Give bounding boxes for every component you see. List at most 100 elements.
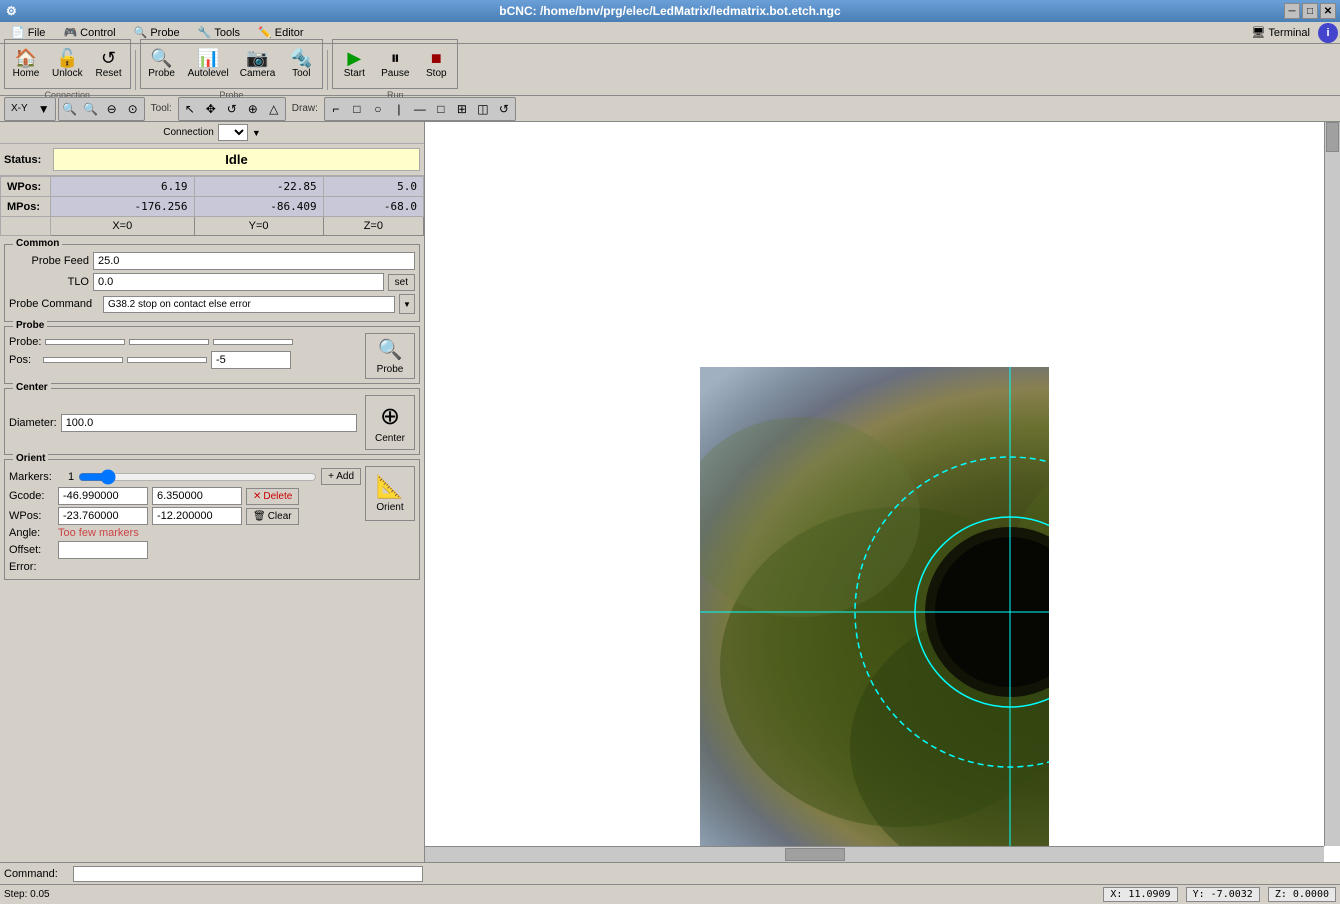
tlo-input[interactable] (93, 273, 384, 291)
gcode-y-input[interactable] (152, 487, 242, 505)
zoom-in-btn[interactable]: 🔍 (81, 99, 101, 119)
xy-view-btn[interactable]: X-Y (6, 99, 33, 119)
probe-val-label: Probe: (9, 336, 41, 348)
rotate-tool-btn[interactable]: ↺ (222, 99, 242, 119)
orient-action-icon: 📐 (376, 474, 403, 500)
view-group: X-Y ▼ (4, 97, 56, 121)
markers-val: 1 (68, 471, 74, 483)
command-input[interactable] (73, 866, 423, 882)
center-view-btn[interactable]: ⊙ (123, 99, 143, 119)
autolevel-btn[interactable]: 📊 Autolevel (183, 41, 234, 87)
canvas-white-right (1049, 367, 1324, 857)
draw-tool3-btn[interactable]: ⊞ (452, 99, 472, 119)
center-inner: Diameter: ⊕ Center (9, 395, 415, 450)
horizontal-scrollbar[interactable] (425, 846, 1324, 862)
minimize-btn[interactable]: ─ (1284, 3, 1300, 19)
stop-btn[interactable]: ■ Stop (416, 41, 456, 87)
connection-dropdown[interactable] (218, 124, 248, 141)
draw-tool2-btn[interactable]: □ (431, 99, 451, 119)
conn-arrow: ▼ (252, 128, 261, 138)
connection-label: Connection (163, 127, 214, 138)
status-row: Status: Idle (0, 144, 424, 176)
draw-horiz-btn[interactable]: — (410, 99, 430, 119)
probe-section: Probe Probe: Pos: -5 (4, 326, 420, 384)
offset-input[interactable] (58, 541, 148, 559)
title-bar: ⚙ bCNC: /home/bnv/prg/elec/LedMatrix/led… (0, 0, 1340, 22)
zero-x-btn[interactable]: X=0 (51, 217, 195, 236)
zero-z-btn[interactable]: Z=0 (323, 217, 423, 236)
z-coord: Z: 0.0000 (1268, 887, 1336, 902)
pause-btn[interactable]: ⏸ Pause (375, 41, 415, 87)
probe-buttons: 🔍 Probe 📊 Autolevel 📷 Camera 🔩 Tool (140, 39, 324, 89)
info-btn[interactable]: i (1318, 23, 1338, 43)
zero-y-btn[interactable]: Y=0 (194, 217, 323, 236)
draw-tool4-btn[interactable]: ◫ (473, 99, 493, 119)
probe-tool-btn[interactable]: ⊕ (243, 99, 263, 119)
diameter-row: Diameter: (9, 414, 357, 432)
tlo-set-btn[interactable]: set (388, 274, 415, 291)
move-tool-btn[interactable]: ✥ (201, 99, 221, 119)
title-icon: ⚙ (6, 4, 17, 18)
zoom-fit-btn[interactable]: 🔍 (60, 99, 80, 119)
probe-cmd-input[interactable] (103, 296, 395, 313)
error-label: Error: (9, 561, 54, 573)
reset-btn[interactable]: ↺ Reset (89, 41, 129, 87)
probe-feed-input[interactable] (93, 252, 415, 270)
mpos-x: -176.256 (51, 197, 195, 217)
probe-menu-icon: 🔍 (134, 26, 148, 39)
autolevel-icon: 📊 (197, 49, 219, 67)
draw-circle-btn[interactable]: ○ (368, 99, 388, 119)
vertical-scrollbar[interactable] (1324, 122, 1340, 846)
terminal-btn[interactable]: 🖥 Terminal (1243, 24, 1318, 41)
gcode-label: Gcode: (9, 490, 54, 502)
tool-icon: 🔩 (290, 49, 312, 67)
close-btn[interactable]: ✕ (1320, 3, 1336, 19)
unlock-icon: 🔓 (56, 49, 78, 67)
vertical-scrollbar-thumb[interactable] (1326, 122, 1339, 152)
probe-feed-label: Probe Feed (9, 255, 89, 267)
camera-btn[interactable]: 📷 Camera (235, 41, 281, 87)
canvas-area (425, 122, 1340, 862)
center-action-icon: ⊕ (380, 402, 400, 431)
probe-action-btn[interactable]: 🔍 Probe (365, 333, 415, 379)
wpos-z: 5.0 (323, 177, 423, 197)
draw-rect-btn[interactable]: □ (347, 99, 367, 119)
toolbar-sep-1 (135, 50, 136, 90)
draw-line-btn[interactable]: ⌐ (326, 99, 346, 119)
draw-vert-btn[interactable]: | (389, 99, 409, 119)
draw-refresh-btn[interactable]: ↺ (494, 99, 514, 119)
select-tool-btn[interactable]: ↖ (180, 99, 200, 119)
zoom-out-btn[interactable]: ⊖ (102, 99, 122, 119)
wpos-orient-y[interactable] (152, 507, 242, 525)
horizontal-scrollbar-thumb[interactable] (785, 848, 845, 861)
control-icon: 🎮 (63, 26, 77, 39)
wpos-orient-x[interactable] (58, 507, 148, 525)
view-arrow-btn[interactable]: ▼ (34, 99, 54, 119)
probe-cmd-row: Probe Command ▼ (9, 294, 415, 314)
mpos-y: -86.409 (194, 197, 323, 217)
mpos-label: MPos: (1, 197, 51, 217)
diameter-input[interactable] (61, 414, 357, 432)
tri-tool-btn[interactable]: △ (264, 99, 284, 119)
home-btn[interactable]: 🏠 Home (6, 41, 46, 87)
add-marker-btn[interactable]: + Add (321, 468, 361, 485)
window-controls: ─ □ ✕ (1284, 3, 1336, 19)
common-section: Common Probe Feed TLO set Probe Command … (4, 244, 420, 322)
start-btn[interactable]: ▶ Start (334, 41, 374, 87)
probe-val-box3 (213, 339, 293, 345)
tool-btn[interactable]: 🔩 Tool (281, 41, 321, 87)
maximize-btn[interactable]: □ (1302, 3, 1318, 19)
tlo-label: TLO (9, 276, 89, 288)
orient-action-btn[interactable]: 📐 Orient (365, 466, 415, 521)
markers-slider[interactable] (78, 469, 317, 485)
probe-section-title: Probe (13, 320, 47, 331)
probe-val-row: Probe: (9, 336, 361, 348)
unlock-btn[interactable]: 🔓 Unlock (47, 41, 88, 87)
clear-btn[interactable]: 🗑 Clear (246, 508, 299, 525)
delete-marker-btn[interactable]: ✕ Delete (246, 488, 299, 505)
gcode-x-input[interactable] (58, 487, 148, 505)
offset-row: Offset: (9, 541, 361, 559)
probe-toolbar-btn[interactable]: 🔍 Probe (142, 41, 182, 87)
center-action-btn[interactable]: ⊕ Center (365, 395, 415, 450)
probe-cmd-arrow[interactable]: ▼ (399, 294, 415, 314)
